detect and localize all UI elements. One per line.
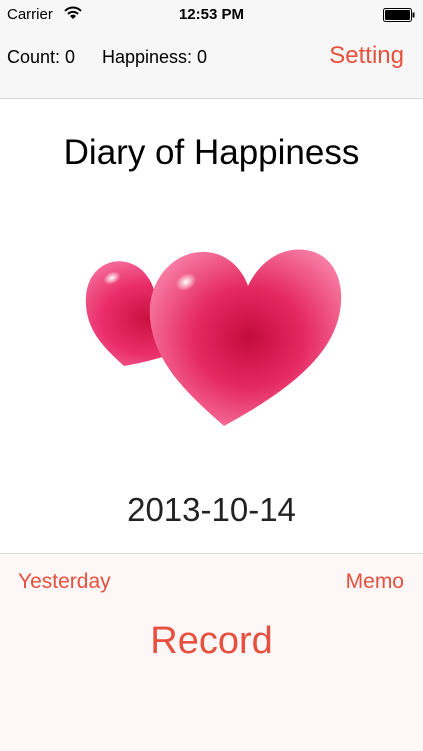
page-title: Diary of Happiness: [63, 133, 360, 172]
battery-icon: [383, 8, 415, 22]
status-bar: Carrier 12:53 PM: [0, 0, 423, 30]
yesterday-button[interactable]: Yesterday: [18, 569, 111, 595]
status-time: 12:53 PM: [178, 6, 245, 23]
memo-button[interactable]: Memo: [346, 569, 404, 595]
date-label: 2013-10-14: [127, 491, 296, 528]
setting-button[interactable]: Setting: [329, 41, 404, 71]
top-bar: Count: 0 Happiness: 0 Setting: [0, 30, 423, 99]
bottom-panel: Yesterday Memo Record: [0, 553, 423, 751]
count-label: Count: 0: [7, 47, 76, 67]
happiness-label: Happiness: 0: [102, 47, 208, 67]
record-button[interactable]: Record: [0, 618, 423, 664]
two-hearts-icon: [85, 249, 342, 426]
